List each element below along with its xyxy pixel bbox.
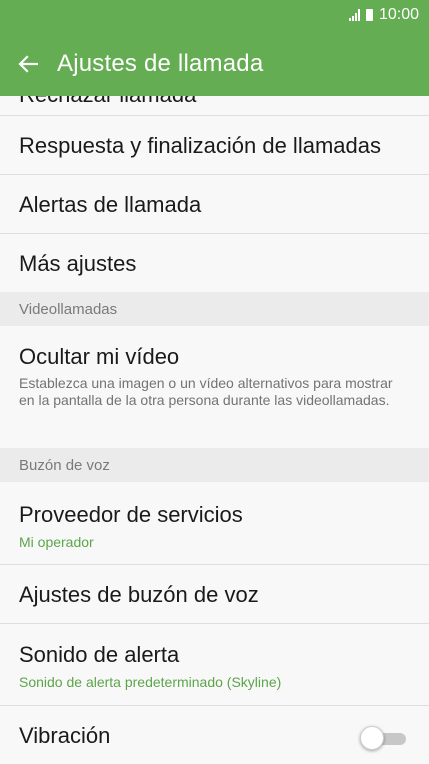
toggle-knob: [360, 726, 384, 750]
settings-item-vibracion[interactable]: Vibración: [0, 706, 429, 764]
settings-item-label: Respuesta y finalización de llamadas: [19, 133, 381, 158]
settings-item-label: Ajustes de buzón de voz: [19, 582, 259, 607]
status-bar: 10:00: [0, 0, 429, 32]
battery-icon: [365, 9, 373, 21]
settings-item-value: Mi operador: [19, 534, 94, 550]
settings-item-label: Alertas de llamada: [19, 192, 202, 217]
settings-item-rechazar[interactable]: Rechazar llamada: [0, 96, 429, 116]
settings-item-label: Rechazar llamada: [19, 96, 196, 108]
settings-item-label: Proveedor de servicios: [19, 502, 243, 527]
settings-list[interactable]: Rechazar llamada Respuesta y finalizació…: [0, 96, 429, 764]
settings-item-label: Ocultar mi vídeo: [19, 344, 180, 369]
settings-item-respuesta[interactable]: Respuesta y finalización de llamadas: [0, 116, 429, 175]
settings-item-proveedor[interactable]: Proveedor de servicios Mi operador: [0, 482, 429, 565]
settings-item-mas-ajustes[interactable]: Más ajustes: [0, 234, 429, 292]
settings-item-label: Más ajustes: [19, 251, 137, 276]
settings-item-ocultar-video[interactable]: Ocultar mi vídeo Establezca una imagen o…: [0, 326, 429, 448]
section-header-label: Buzón de voz: [19, 457, 110, 474]
section-header-label: Videollamadas: [19, 301, 118, 318]
vibration-toggle[interactable]: [360, 726, 408, 750]
status-time: 10:00: [378, 6, 419, 23]
settings-item-alertas[interactable]: Alertas de llamada: [0, 175, 429, 234]
settings-item-description: Establezca una imagen o un vídeo alterna…: [19, 375, 393, 408]
settings-item-ajustes-buzon[interactable]: Ajustes de buzón de voz: [0, 565, 429, 624]
app-bar: Ajustes de llamada: [0, 32, 429, 96]
settings-item-label: Sonido de alerta: [19, 642, 180, 667]
signal-icon: [348, 9, 360, 21]
page-title: Ajustes de llamada: [57, 50, 264, 77]
back-button[interactable]: [16, 52, 40, 76]
settings-item-sonido[interactable]: Sonido de alerta Sonido de alerta predet…: [0, 624, 429, 706]
section-header-buzon: Buzón de voz: [0, 448, 429, 482]
back-arrow-icon: [18, 55, 38, 73]
section-header-videollamadas: Videollamadas: [0, 292, 429, 326]
settings-item-value: Sonido de alerta predeterminado (Skyline…: [19, 674, 282, 690]
settings-item-label: Vibración: [19, 723, 111, 748]
